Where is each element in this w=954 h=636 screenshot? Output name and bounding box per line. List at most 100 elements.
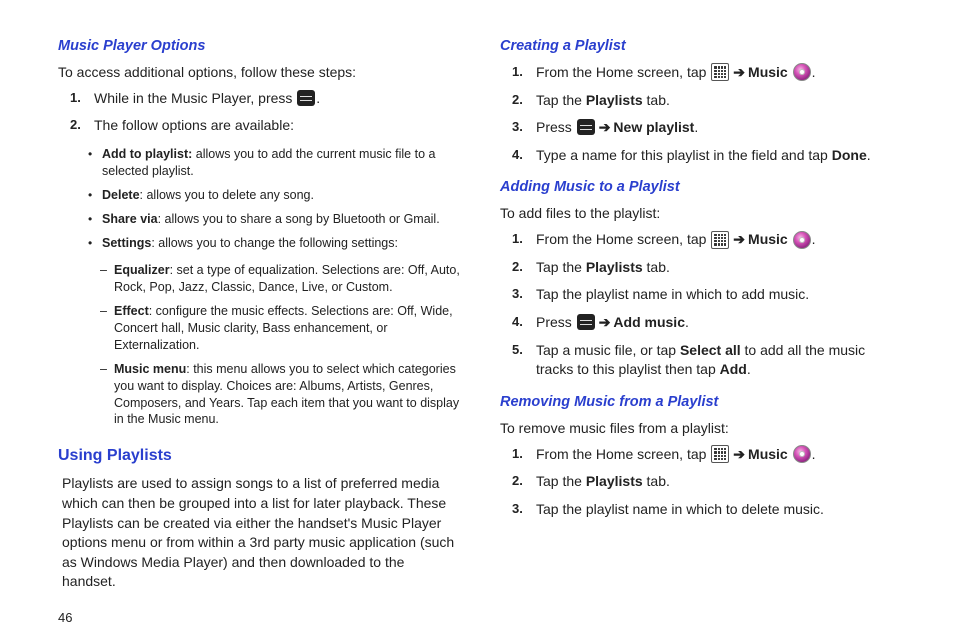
step-text: Tap the playlist name in which to add mu… (536, 286, 809, 302)
step-text: Tap the (536, 259, 586, 275)
list-item: Music menu: this menu allows you to sele… (114, 361, 462, 429)
using-playlists-paragraph: Playlists are used to assign songs to a … (62, 474, 462, 592)
list-item: 2. Tap the Playlists tab. (536, 91, 904, 111)
list-item: Add to playlist: allows you to add the c… (102, 146, 462, 180)
step-number: 1. (512, 230, 523, 248)
subitem-label: Equalizer (114, 263, 170, 277)
option-text: : allows you to change the following set… (151, 236, 398, 250)
apps-icon (711, 445, 729, 463)
list-item: 1. From the Home screen, tap ➔Music . (536, 230, 904, 250)
step-text: From the Home screen, tap (536, 64, 710, 80)
subitem-text: : configure the music effects. Selection… (114, 304, 453, 352)
step-text: tab. (643, 92, 670, 108)
step-text: From the Home screen, tap (536, 446, 710, 462)
list-item: Delete: allows you to delete any song. (102, 187, 462, 204)
step-text: . (812, 231, 816, 247)
adding-intro: To add files to the playlist: (500, 204, 904, 223)
settings-subitems: Equalizer: set a type of equalization. S… (114, 262, 462, 435)
apps-icon (711, 231, 729, 249)
step-number: 1. (512, 445, 523, 463)
option-text: : allows you to share a song by Bluetoot… (158, 212, 440, 226)
add-music-label: Add music (613, 314, 685, 330)
music-label: Music (748, 446, 788, 462)
apps-icon (711, 63, 729, 81)
list-item: Equalizer: set a type of equalization. S… (114, 262, 462, 296)
step-text: . (316, 90, 320, 106)
step-text: . (694, 119, 698, 135)
list-item: 1. From the Home screen, tap ➔Music . (536, 445, 904, 465)
list-item: 2. Tap the Playlists tab. (536, 472, 904, 492)
option-label: Add to playlist: (102, 147, 192, 161)
subitem-label: Effect (114, 304, 149, 318)
step-text: Tap a music file, or tap (536, 342, 680, 358)
music-icon (793, 231, 811, 249)
step-text: tab. (643, 259, 670, 275)
list-item: Effect: configure the music effects. Sel… (114, 303, 462, 354)
left-column: Music Player Options To access additiona… (58, 36, 462, 598)
adding-steps: 1. From the Home screen, tap ➔Music . 2.… (536, 230, 904, 388)
right-column: Creating a Playlist 1. From the Home scr… (500, 36, 904, 598)
list-item: Settings: allows you to change the follo… (102, 235, 462, 252)
playlists-label: Playlists (586, 259, 643, 275)
page-columns: Music Player Options To access additiona… (58, 36, 904, 598)
step-text: Tap the (536, 92, 586, 108)
step-number: 4. (512, 146, 523, 164)
select-all-label: Select all (680, 342, 741, 358)
step-text: . (867, 147, 871, 163)
heading-using-playlists: Using Playlists (58, 447, 462, 465)
heading-removing-music: Removing Music from a Playlist (500, 394, 904, 410)
option-label: Settings (102, 236, 151, 250)
list-item: Share via: allows you to share a song by… (102, 211, 462, 228)
step-text: tab. (643, 473, 670, 489)
music-label: Music (748, 231, 788, 247)
page-number: 46 (58, 610, 904, 625)
playlists-label: Playlists (586, 473, 643, 489)
music-icon (793, 445, 811, 463)
heading-adding-music: Adding Music to a Playlist (500, 179, 904, 195)
mpo-options: Add to playlist: allows you to add the c… (102, 146, 462, 258)
step-number: 2. (512, 91, 523, 109)
list-item: 3. Press ➔New playlist. (536, 118, 904, 138)
heading-music-player-options: Music Player Options (58, 38, 462, 54)
mpo-intro: To access additional options, follow the… (58, 63, 462, 82)
step-text: The follow options are available: (94, 117, 294, 133)
step-number: 2. (512, 472, 523, 490)
heading-creating-playlist: Creating a Playlist (500, 38, 904, 54)
step-text: Press (536, 119, 576, 135)
playlists-label: Playlists (586, 92, 643, 108)
option-label: Delete (102, 188, 140, 202)
list-item: 4. Type a name for this playlist in the … (536, 146, 904, 166)
creating-steps: 1. From the Home screen, tap ➔Music . 2.… (536, 63, 904, 173)
step-number: 3. (512, 285, 523, 303)
music-icon (793, 63, 811, 81)
step-text: Tap the playlist name in which to delete… (536, 501, 824, 517)
list-item: 2. The follow options are available: (94, 116, 462, 136)
step-text: . (812, 446, 816, 462)
list-item: 1. From the Home screen, tap ➔Music . (536, 63, 904, 83)
step-number: 5. (512, 341, 523, 359)
removing-steps: 1. From the Home screen, tap ➔Music . 2.… (536, 445, 904, 528)
step-text: . (812, 64, 816, 80)
new-playlist-label: New playlist (613, 119, 694, 135)
mpo-steps: 1. While in the Music Player, press . 2.… (94, 89, 462, 144)
music-label: Music (748, 64, 788, 80)
menu-icon (577, 314, 595, 330)
option-text: : allows you to delete any song. (140, 188, 314, 202)
step-text: While in the Music Player, press (94, 90, 296, 106)
list-item: 2. Tap the Playlists tab. (536, 258, 904, 278)
arrow-icon: ➔ (733, 230, 745, 250)
list-item: 3. Tap the playlist name in which to del… (536, 500, 904, 520)
step-text: Tap the (536, 473, 586, 489)
step-number: 4. (512, 313, 523, 331)
step-text: Type a name for this playlist in the fie… (536, 147, 832, 163)
step-text: Press (536, 314, 576, 330)
arrow-icon: ➔ (733, 63, 745, 83)
menu-icon (577, 119, 595, 135)
step-text: . (747, 361, 751, 377)
list-item: 3. Tap the playlist name in which to add… (536, 285, 904, 305)
step-number: 1. (512, 63, 523, 81)
step-number: 3. (512, 118, 523, 136)
add-label: Add (720, 361, 747, 377)
step-number: 2. (512, 258, 523, 276)
arrow-icon: ➔ (599, 313, 611, 333)
